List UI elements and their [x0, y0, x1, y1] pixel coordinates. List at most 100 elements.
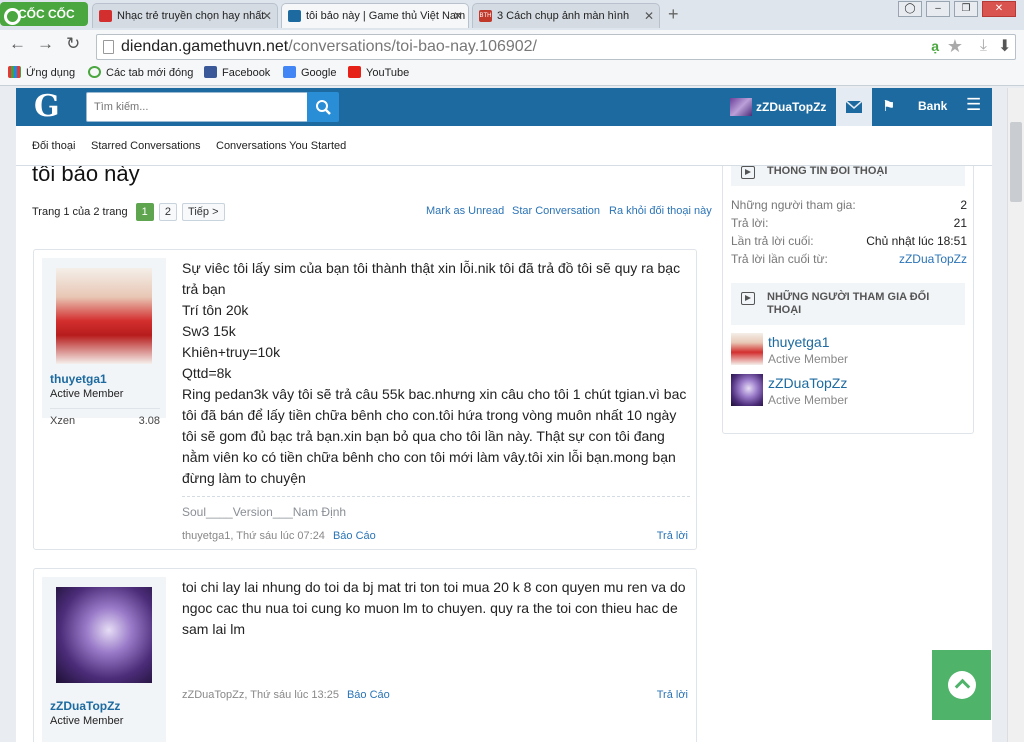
youtube-icon — [348, 66, 361, 78]
subnav-started[interactable]: Conversations You Started — [216, 140, 346, 152]
info-row: Trả lời: 21 — [731, 216, 967, 230]
stat-value: 3.08 — [138, 415, 160, 427]
bookmark-youtube[interactable]: YouTube — [348, 66, 409, 79]
next-page-button[interactable]: Tiếp > — [182, 203, 225, 221]
message-line: Ring pedan3k vây tôi sẽ trả câu 55k bac.… — [182, 386, 687, 486]
subnav-starred[interactable]: Starred Conversations — [91, 140, 200, 152]
info-label: Trả lời lần cuối từ: — [731, 252, 828, 266]
message-meta: zZDuaTopZz, Thứ sáu lúc 13:25 Báo Cáo — [182, 689, 390, 701]
new-tab-icon[interactable]: + — [668, 4, 679, 25]
message-line: Trí tôn 20k — [182, 302, 249, 318]
bank-link[interactable]: Bank — [918, 99, 947, 113]
tab-screenshot[interactable]: BTH 3 Cách chụp ảnh màn hình ✕ — [472, 3, 660, 28]
tab-music[interactable]: Nhạc trẻ truyền chọn hay nhất ✕ — [92, 3, 278, 28]
apps-icon — [8, 66, 21, 78]
reply-link[interactable]: Trả lời — [657, 530, 688, 542]
message-body: toi chi lay lai nhung do toi da bj mat t… — [182, 577, 690, 640]
search-icon — [316, 100, 331, 115]
window-close-icon[interactable]: ✕ — [982, 1, 1016, 17]
flag-icon[interactable]: ⚑ — [882, 97, 895, 115]
bookmark-google[interactable]: Google — [283, 66, 336, 79]
participant-title: Active Member — [768, 352, 849, 366]
coccoc-logo[interactable]: CỐC CỐC — [0, 2, 88, 26]
search-button[interactable] — [307, 92, 339, 122]
message-body: Sự viêc tôi lấy sim của bạn tôi thành th… — [182, 258, 690, 489]
profile-icon[interactable]: ◯ — [898, 1, 922, 17]
info-row: Lần trả lời cuối: Chủ nhật lúc 18:51 — [731, 234, 967, 248]
report-link[interactable]: Báo Cáo — [347, 689, 390, 701]
tab-forum[interactable]: tôi bảo này | Game thủ Việt Nam ✕ — [281, 3, 469, 28]
download-icon[interactable]: ⤓ — [980, 37, 987, 55]
page-1-button[interactable]: 1 — [135, 203, 154, 221]
user-menu[interactable]: zZDuaTopZz — [730, 98, 826, 116]
participant-name[interactable]: zZDuaTopZz — [768, 375, 847, 391]
site-logo[interactable]: G — [34, 89, 60, 124]
info-label: Lần trả lời cuối: — [731, 234, 814, 248]
conversation-sidebar: THÔNG TIN ĐỐI THOẠI Những người tham gia… — [722, 166, 974, 434]
google-icon — [283, 66, 296, 78]
author-name[interactable]: zZDuaTopZz — [50, 699, 120, 713]
mark-unread-link[interactable]: Mark as Unread — [426, 205, 504, 217]
sub-navigation: Đối thoại Starred Conversations Conversa… — [16, 126, 992, 166]
reload-icon[interactable]: ↻ — [66, 34, 80, 54]
avatar — [731, 333, 763, 365]
bookmark-facebook[interactable]: Facebook — [204, 66, 270, 79]
stat-label: Xzen — [50, 415, 76, 427]
user-photo[interactable] — [56, 268, 152, 364]
close-icon[interactable]: ✕ — [262, 4, 272, 28]
coccoc-spell-icon[interactable]: ạ — [931, 38, 939, 54]
tab-title: 3 Cách chụp ảnh màn hình — [497, 10, 630, 22]
subnav-conversations[interactable]: Đối thoại — [32, 140, 75, 152]
page-label: Trang 1 của 2 trang — [32, 206, 128, 218]
message-line: Sw3 15k — [182, 323, 236, 339]
message-user-info: zZDuaTopZz Active Member — [42, 577, 166, 742]
section-title: NHỮNG NGƯỜI THAM GIA ĐỐI THOẠI — [767, 291, 930, 316]
star-icon[interactable]: ★ — [947, 36, 963, 57]
back-icon[interactable]: ← — [9, 34, 26, 54]
info-label: Trả lời: — [731, 216, 769, 230]
conversations-button[interactable] — [836, 88, 872, 126]
page-2-button[interactable]: 2 — [158, 203, 177, 221]
avatar — [730, 98, 752, 116]
reply-link[interactable]: Trả lời — [657, 689, 688, 701]
participant-name[interactable]: thuyetga1 — [768, 334, 830, 350]
url-host: diendan.gamethuvn.net — [121, 38, 289, 55]
minimize-icon[interactable]: – — [926, 1, 950, 17]
browser-tab-bar: CỐC CỐC Nhạc trẻ truyền chọn hay nhất ✕ … — [0, 0, 1024, 30]
report-link[interactable]: Báo Cáo — [333, 530, 376, 542]
info-row: Những người tham gia: 2 — [731, 198, 967, 212]
message-line: Qttd=8k — [182, 365, 232, 381]
scroll-to-top-button[interactable] — [932, 650, 991, 720]
participant-item[interactable]: thuyetga1 Active Member — [731, 333, 967, 367]
url-text[interactable]: diendan.gamethuvn.net/conversations/toi-… — [121, 38, 537, 56]
leave-conversation-link[interactable]: Ra khỏi đối thoại này — [609, 205, 712, 217]
participant-item[interactable]: zZDuaTopZz Active Member — [731, 374, 967, 408]
site-header: G zZDuaTopZz ⚑ Bank ☰ — [16, 88, 992, 126]
info-label: Những người tham gia: — [731, 198, 856, 212]
user-photo[interactable] — [56, 587, 152, 683]
info-value: 21 — [953, 216, 967, 230]
post-date: thuyetga1, Thứ sáu lúc 07:24 — [182, 530, 325, 542]
restore-icon[interactable]: ❐ — [954, 1, 978, 17]
message-line: toi chi lay lai nhung do toi da bj mat t… — [182, 579, 686, 637]
bookmark-recent-tabs[interactable]: Các tab mới đóng — [88, 66, 193, 79]
scrollbar[interactable] — [1007, 88, 1024, 742]
bookmark-apps[interactable]: Ứng dụng — [8, 66, 75, 79]
last-replier-link[interactable]: zZDuaTopZz — [899, 252, 967, 266]
star-conversation-link[interactable]: Star Conversation — [512, 205, 600, 217]
forward-icon[interactable]: → — [37, 34, 54, 54]
message-user-info: thuyetga1 Active Member Xzen 3.08 — [42, 258, 166, 427]
main-content: tôi bảo này Trang 1 của 2 trang 1 2 Tiếp… — [16, 166, 992, 742]
author-name[interactable]: thuyetga1 — [50, 372, 107, 386]
message-line: Sự viêc tôi lấy sim của bạn tôi thành th… — [182, 260, 681, 297]
address-bar[interactable]: diendan.gamethuvn.net/conversations/toi-… — [96, 34, 1016, 60]
close-icon[interactable]: ✕ — [453, 4, 463, 28]
download-menu-icon[interactable]: ⬇ — [998, 36, 1011, 56]
user-title: Active Member — [50, 388, 124, 400]
search-input[interactable] — [86, 92, 308, 122]
arrow-up-icon — [948, 671, 976, 699]
close-icon[interactable]: ✕ — [644, 4, 654, 28]
scrollbar-thumb[interactable] — [1010, 122, 1022, 202]
bookmarks-bar: Ứng dụng Các tab mới đóng Facebook Googl… — [0, 62, 1024, 86]
hamburger-menu-icon[interactable]: ☰ — [966, 95, 981, 115]
